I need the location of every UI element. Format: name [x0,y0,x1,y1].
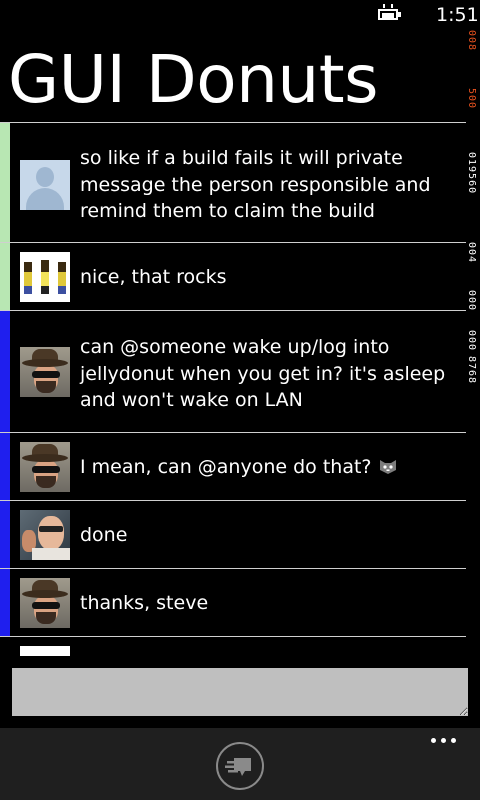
partial-avatar [20,646,70,656]
steve-avatar [20,510,70,560]
message-text: nice, that rocks [80,266,227,288]
app-bar [0,728,480,800]
sender-color-bar [0,501,10,568]
counter-value: 008 [466,30,477,52]
message-list[interactable]: so like if a build fails it will private… [0,122,466,656]
page-title: GUI Donuts [8,41,379,118]
hat-sunglasses-avatar [20,578,70,628]
pixel-art-avatar [20,252,70,302]
hat-sunglasses-avatar [20,442,70,492]
sender-color-bar [0,433,10,500]
message-text-container: I mean, can @anyone do that? [80,454,466,481]
sender-color-bar [0,243,10,310]
message-text: so like if a build fails it will private… [80,147,431,222]
message-text: I mean, can @anyone do that? [80,456,372,478]
message-text: can @someone wake up/log into jellydonut… [80,336,446,411]
battery-charging-icon [378,4,404,23]
status-time: 1:51 [436,4,479,26]
message-item[interactable]: thanks, steve [0,568,466,636]
hat-sunglasses-avatar [20,347,70,397]
message-item[interactable]: so like if a build fails it will private… [0,122,466,242]
more-dots-icon[interactable] [428,730,460,750]
message-item[interactable]: done [0,500,466,568]
sender-color-bar [0,569,10,636]
message-input[interactable] [12,668,468,716]
cat-face-icon [379,460,396,474]
sender-color-bar [0,123,10,242]
status-bar: 1:51 [0,0,480,32]
sender-color-bar [0,311,10,432]
default-user-avatar [20,160,70,210]
message-item[interactable]: can @someone wake up/log into jellydonut… [0,310,466,432]
send-message-icon[interactable] [216,742,264,790]
message-item[interactable]: I mean, can @anyone do that? [0,432,466,500]
message-text: done [80,524,128,546]
message-item[interactable] [0,636,466,656]
message-item[interactable]: nice, that rocks [0,242,466,310]
message-text: thanks, steve [80,592,209,614]
